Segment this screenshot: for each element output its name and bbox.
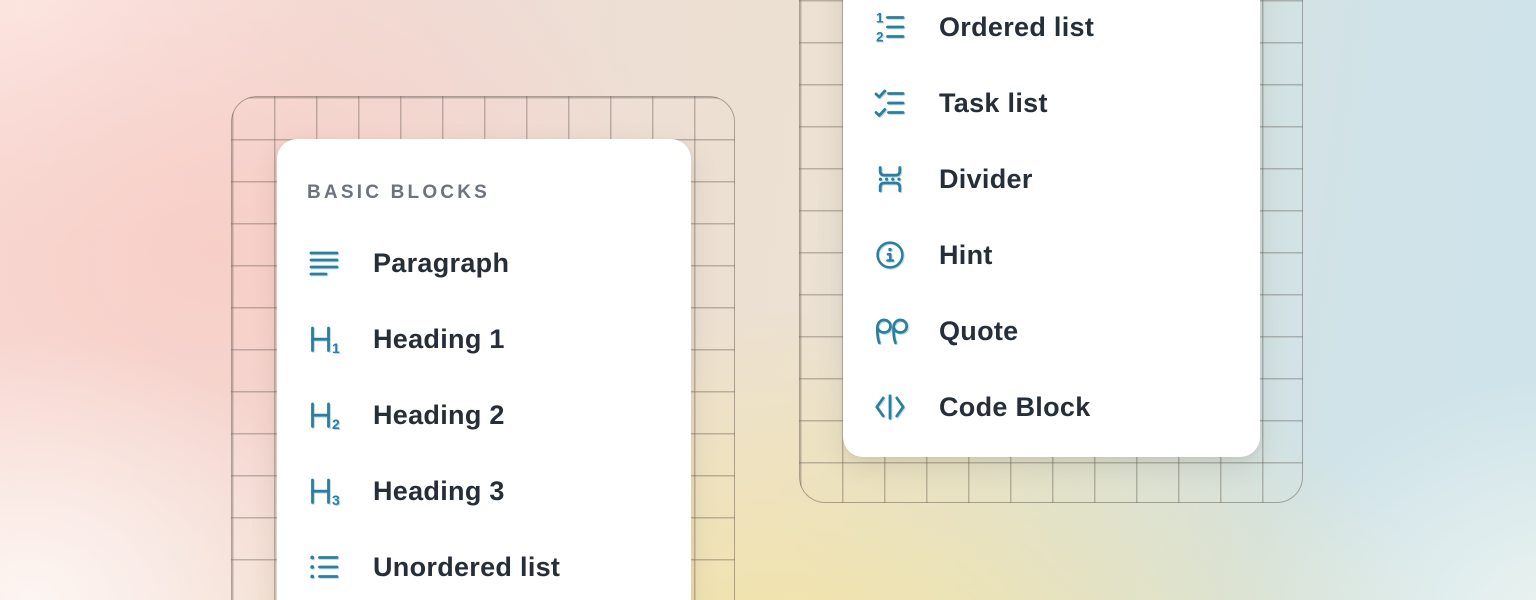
menu-item-unordered-list[interactable]: Unordered list (277, 529, 691, 600)
menu-item-label: Code Block (939, 394, 1091, 421)
basic-blocks-title: BASIC BLOCKS (307, 169, 691, 217)
menu-item-hint[interactable]: Hint (843, 217, 1260, 293)
menu-item-paragraph[interactable]: Paragraph (277, 225, 691, 301)
task-list-icon (873, 87, 909, 119)
menu-item-label: Heading 1 (373, 326, 505, 353)
menu-item-task-list[interactable]: Task list (843, 65, 1260, 141)
menu-item-label: Unordered list (373, 554, 560, 581)
menu-item-label: Divider (939, 166, 1033, 193)
menu-item-heading-2[interactable]: 2 Heading 2 (277, 377, 691, 453)
menu-item-label: Hint (939, 242, 993, 269)
menu-item-quote[interactable]: Quote (843, 293, 1260, 369)
divider-icon (873, 163, 909, 195)
menu-item-label: Ordered list (939, 14, 1094, 41)
paragraph-icon (307, 247, 343, 279)
quote-icon (873, 315, 909, 347)
svg-text:2: 2 (876, 30, 884, 44)
editor-insert-menu-illustration: BASIC BLOCKS Paragraph 1 Heading 1 (0, 0, 1536, 600)
menu-item-label: Heading 3 (373, 478, 505, 505)
menu-item-label: Quote (939, 318, 1019, 345)
heading-2-icon: 2 (307, 399, 343, 431)
svg-text:2: 2 (332, 416, 340, 431)
menu-item-label: Paragraph (373, 250, 509, 277)
unordered-list-icon (307, 551, 343, 583)
heading-3-icon: 3 (307, 475, 343, 507)
heading-1-icon: 1 (307, 323, 343, 355)
menu-item-heading-1[interactable]: 1 Heading 1 (277, 301, 691, 377)
svg-text:1: 1 (332, 340, 340, 355)
menu-item-label: Heading 2 (373, 402, 505, 429)
menu-item-ordered-list[interactable]: 1 2 Ordered list (843, 0, 1260, 65)
menu-item-divider[interactable]: Divider (843, 141, 1260, 217)
svg-text:3: 3 (332, 492, 340, 507)
blocks-menu-continued: 1 2 Ordered list Task list (843, 0, 1260, 457)
menu-item-code-block[interactable]: Code Block (843, 369, 1260, 445)
menu-item-label: Task list (939, 90, 1048, 117)
code-block-icon (873, 391, 909, 423)
ordered-list-icon: 1 2 (873, 11, 909, 43)
basic-blocks-menu: BASIC BLOCKS Paragraph 1 Heading 1 (277, 139, 691, 600)
hint-icon (873, 239, 909, 271)
menu-item-heading-3[interactable]: 3 Heading 3 (277, 453, 691, 529)
svg-text:1: 1 (876, 11, 884, 26)
